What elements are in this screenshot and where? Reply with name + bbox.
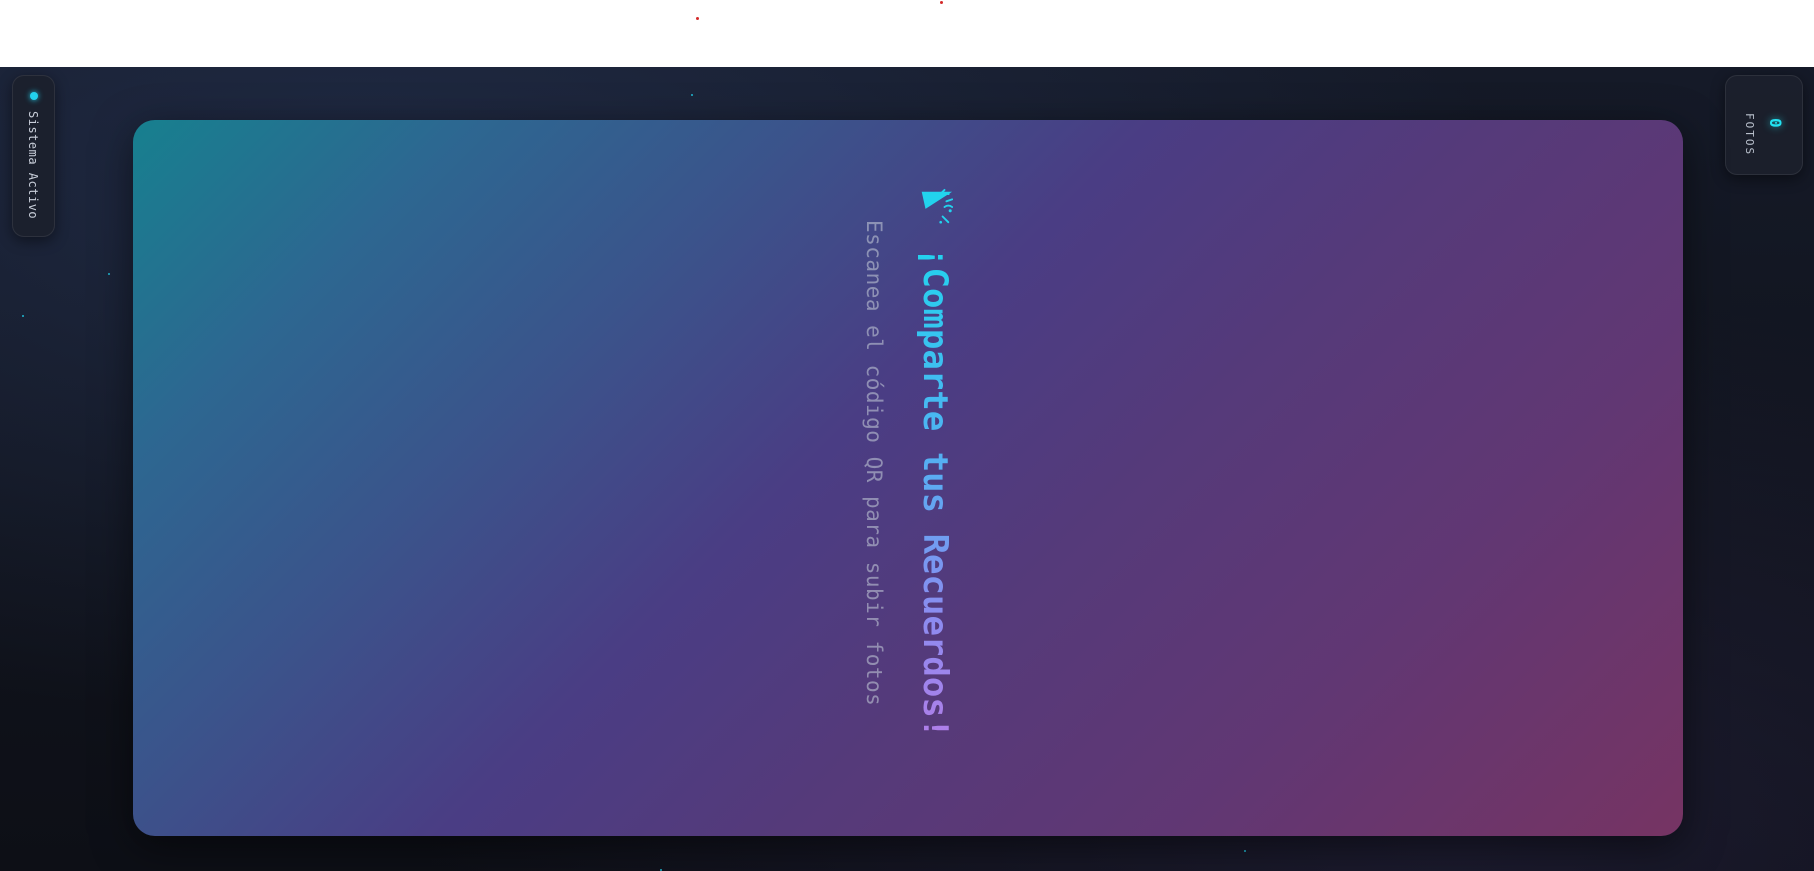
photo-count-value: 0 [1766, 118, 1785, 128]
particle-dot [108, 273, 110, 275]
marker-dot [696, 17, 699, 20]
marker-dot [940, 1, 943, 4]
particle-dot [22, 315, 24, 317]
share-memories-card: ¡Comparte tus Recuerdos! Escanea el códi… [133, 120, 1683, 836]
card-subtitle: Escanea el código QR para subir fotos [862, 220, 886, 707]
photo-count-label: FOTOS [1743, 113, 1756, 157]
app-stage: Sistema Activo 0 FOTOS ¡Comparte tus Rec… [0, 67, 1814, 871]
particle-dot [1244, 850, 1246, 852]
top-blank-area [0, 0, 1814, 67]
photo-counter: 0 FOTOS [1725, 75, 1803, 175]
status-label: Sistema Activo [26, 111, 40, 220]
system-status-indicator: Sistema Activo [12, 75, 55, 237]
card-title: ¡Comparte tus Recuerdos! [915, 247, 955, 739]
particle-dot [691, 94, 693, 96]
status-dot-icon [30, 92, 38, 100]
party-popper-icon [921, 188, 954, 224]
